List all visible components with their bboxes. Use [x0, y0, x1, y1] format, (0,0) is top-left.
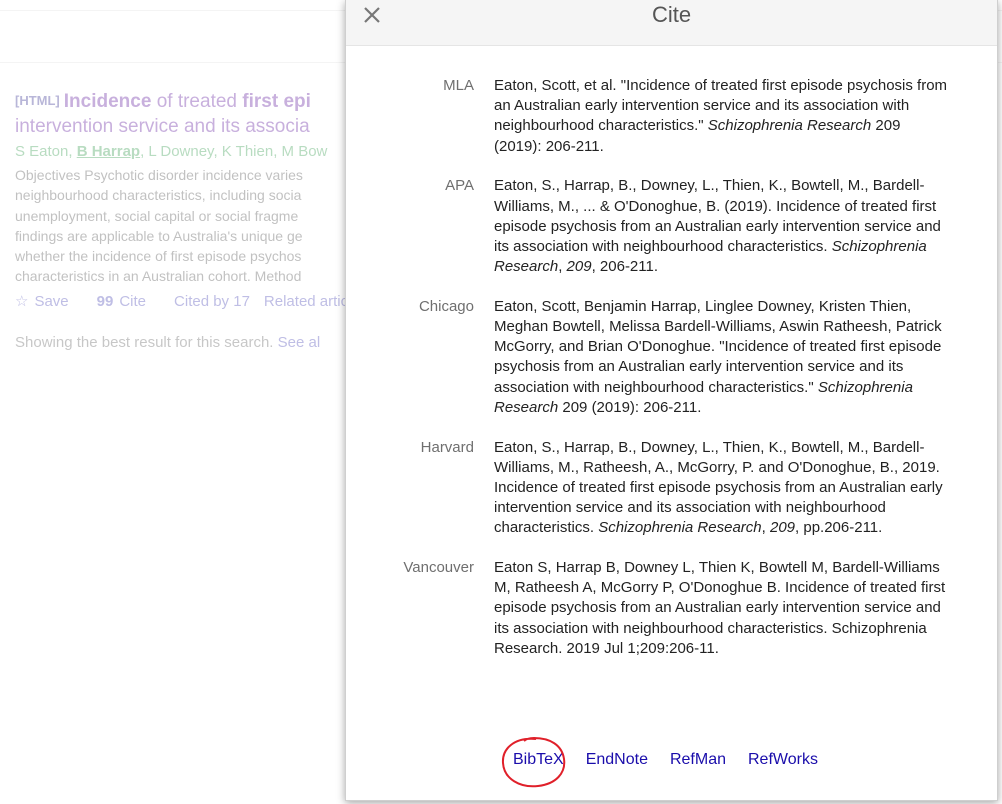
snippet-line: findings are applicable to Australia's u… — [15, 227, 303, 244]
snippet-line: Objectives Psychotic disorder incidence … — [15, 167, 303, 183]
result-format-tag: [HTML] — [15, 93, 60, 108]
cite-label: Cite — [119, 292, 147, 310]
snippet-line: whether the incidence of first episode p… — [15, 248, 302, 265]
citation-text-mla[interactable]: Eaton, Scott, et al. "Incidence of treat… — [494, 76, 949, 157]
cite-dialog: Cite MLA Eaton, Scott, et al. "Incidence… — [345, 0, 998, 801]
citation-format-label: MLA — [443, 77, 474, 94]
authors-pre: S Eaton, — [15, 143, 77, 160]
quote-icon: 99 — [96, 292, 114, 310]
citation-row-vancouver: Vancouver Eaton S, Harrap B, Downey L, T… — [346, 558, 997, 659]
citation-post: 209 (2019): 206-211. — [558, 398, 702, 416]
save-label: Save — [34, 292, 69, 310]
citation-format-label: Vancouver — [403, 559, 474, 577]
result-snippet: Objectives Psychotic disorder incidence … — [15, 165, 345, 287]
snippet-line: characteristics in an Australian cohort.… — [15, 268, 302, 285]
citation-row-chicago: Chicago Eaton, Scott, Benjamin Harrap, L… — [346, 297, 997, 418]
author-link-harrap[interactable]: B Harrap — [77, 143, 140, 160]
citation-list: MLA Eaton, Scott, et al. "Incidence of t… — [346, 76, 997, 679]
cited-by-link[interactable]: Cited by 17 — [174, 293, 250, 310]
dialog-header: Cite — [346, 0, 997, 46]
snippet-line: unemployment, social capital or social f… — [15, 207, 299, 224]
refman-link[interactable]: RefMan — [670, 751, 726, 768]
best-result-note: Showing the best result for this search.… — [15, 334, 345, 351]
citation-format-label: Chicago — [418, 297, 474, 315]
save-action[interactable]: ☆ Save — [15, 293, 83, 310]
citation-pre: Eaton S, Harrap B, Downey L, Thien K, Bo… — [494, 559, 946, 657]
citation-format-label: Harvard — [420, 438, 474, 456]
citation-text-apa[interactable]: Eaton, S., Harrap, B., Downey, L., Thien… — [494, 176, 949, 277]
export-links: BibTeX EndNote RefMan RefWorks — [513, 751, 840, 769]
result-title[interactable]: [HTML] Incidence of treated first epi — [15, 88, 345, 114]
result-title-line2[interactable]: intervention service and its associa — [15, 114, 345, 139]
citation-journal: Schizophrenia Research — [598, 519, 762, 537]
star-icon: ☆ — [15, 292, 29, 310]
citation-volume: 209 — [769, 519, 796, 537]
citation-format-label: APA — [445, 177, 474, 195]
dialog-title: Cite — [651, 2, 692, 27]
citation-row-mla: MLA Eaton, Scott, et al. "Incidence of t… — [346, 76, 997, 157]
citation-post: , 206-211. — [591, 258, 659, 276]
citation-text-harvard[interactable]: Eaton, S., Harrap, B., Downey, L., Thien… — [494, 438, 949, 539]
result-authors: S Eaton, B Harrap, L Downey, K Thien, M … — [15, 141, 345, 163]
result-title-bold2: first epi — [242, 91, 311, 112]
citation-mid: , — [761, 519, 770, 537]
best-result-text: Showing the best result for this search. — [15, 334, 278, 351]
result-title-mid: of treated — [151, 91, 243, 112]
result-actions: ☆ Save 99 Cite Cited by 17 Related artic — [15, 291, 345, 313]
search-result: [HTML] Incidence of treated first epi int… — [15, 88, 345, 313]
citation-text-vancouver[interactable]: Eaton S, Harrap B, Downey L, Thien K, Bo… — [494, 558, 949, 659]
cite-action[interactable]: 99 Cite — [97, 293, 160, 310]
refworks-link[interactable]: RefWorks — [748, 751, 818, 768]
result-title-bold1: Incidence — [63, 91, 152, 112]
citation-text-chicago[interactable]: Eaton, Scott, Benjamin Harrap, Linglee D… — [494, 297, 949, 418]
snippet-line: neighbourhood characteristics, including… — [15, 187, 302, 204]
citation-mid: , — [558, 258, 567, 276]
authors-post: , L Downey, K Thien, M Bow — [140, 143, 328, 160]
citation-volume: 209 — [566, 258, 592, 276]
related-articles-link[interactable]: Related artic — [264, 293, 345, 310]
endnote-link[interactable]: EndNote — [586, 751, 648, 768]
citation-journal: Schizophrenia Research — [707, 117, 872, 135]
citation-row-harvard: Harvard Eaton, S., Harrap, B., Downey, L… — [346, 438, 997, 539]
citation-post: , pp.206-211. — [795, 519, 883, 537]
bibtex-link[interactable]: BibTeX — [513, 751, 564, 768]
citation-row-apa: APA Eaton, S., Harrap, B., Downey, L., T… — [346, 176, 997, 277]
see-all-link[interactable]: See al — [278, 334, 321, 351]
